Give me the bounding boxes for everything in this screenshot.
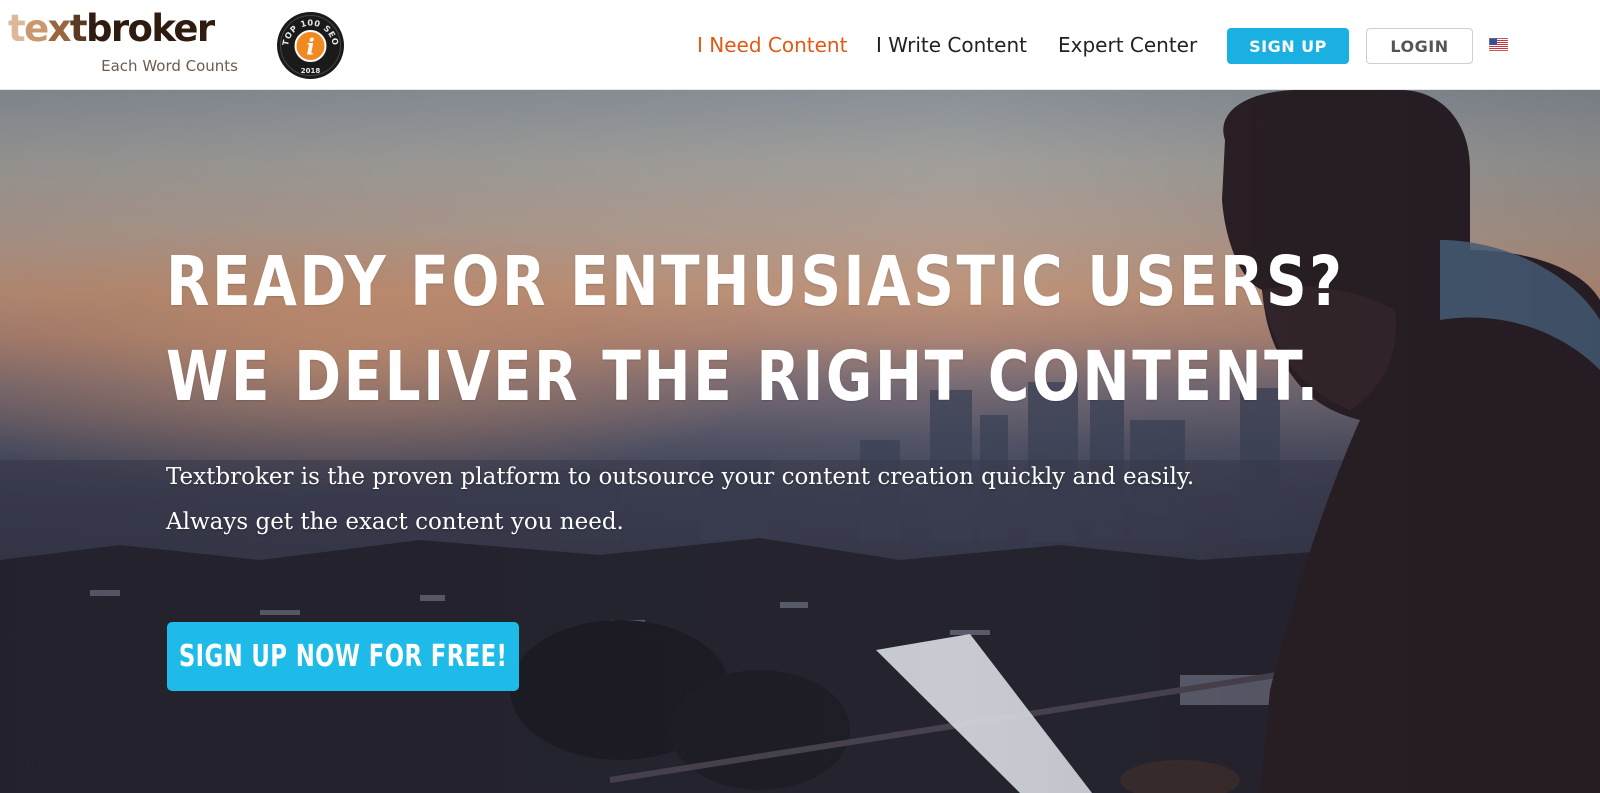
logo-tagline: Each Word Counts bbox=[101, 57, 238, 75]
site-header: textbroker Each Word Counts TOP 100 SEO … bbox=[0, 0, 1600, 90]
nav-expert-center[interactable]: Expert Center bbox=[1058, 34, 1197, 56]
hero-description-line: Textbroker is the proven platform to out… bbox=[166, 464, 1195, 490]
seo-badge-graphic: TOP 100 SEO i 2018 bbox=[277, 12, 344, 79]
logo-wordmark: textbroker bbox=[8, 10, 248, 47]
signup-now-free-button[interactable]: SIGN UP NOW FOR FREE! bbox=[167, 622, 519, 691]
hero-headline: READY FOR ENTHUSIASTIC USERS? WE DELIVER… bbox=[166, 235, 1345, 425]
hero-description-line: Always get the exact content you need. bbox=[166, 509, 624, 535]
us-flag-graphic bbox=[1488, 37, 1509, 52]
hero-description: Textbroker is the proven platform to out… bbox=[166, 455, 1266, 545]
badge-letter: i bbox=[306, 35, 314, 61]
nav-i-write-content[interactable]: I Write Content bbox=[876, 34, 1027, 56]
textbroker-logo[interactable]: textbroker Each Word Counts bbox=[8, 10, 248, 80]
badge-year: 2018 bbox=[301, 67, 321, 75]
logo-letter: t bbox=[8, 7, 26, 50]
signup-button[interactable]: SIGN UP bbox=[1227, 28, 1349, 64]
logo-letter: broker bbox=[85, 7, 215, 50]
top-100-seo-badge[interactable]: TOP 100 SEO i 2018 bbox=[277, 12, 344, 79]
us-flag-icon[interactable] bbox=[1488, 37, 1509, 52]
logo-letter: e bbox=[24, 7, 49, 50]
logo-letter: x bbox=[47, 7, 72, 50]
hero-headline-line: WE DELIVER THE RIGHT CONTENT. bbox=[166, 337, 1321, 417]
login-button[interactable]: LOGIN bbox=[1366, 28, 1473, 64]
logo-letter: t bbox=[69, 7, 88, 50]
hero-headline-line: READY FOR ENTHUSIASTIC USERS? bbox=[166, 242, 1345, 322]
signup-now-free-label: SIGN UP NOW FOR FREE! bbox=[178, 639, 508, 674]
nav-i-need-content[interactable]: I Need Content bbox=[697, 34, 847, 56]
hero-section: READY FOR ENTHUSIASTIC USERS? WE DELIVER… bbox=[0, 90, 1600, 793]
